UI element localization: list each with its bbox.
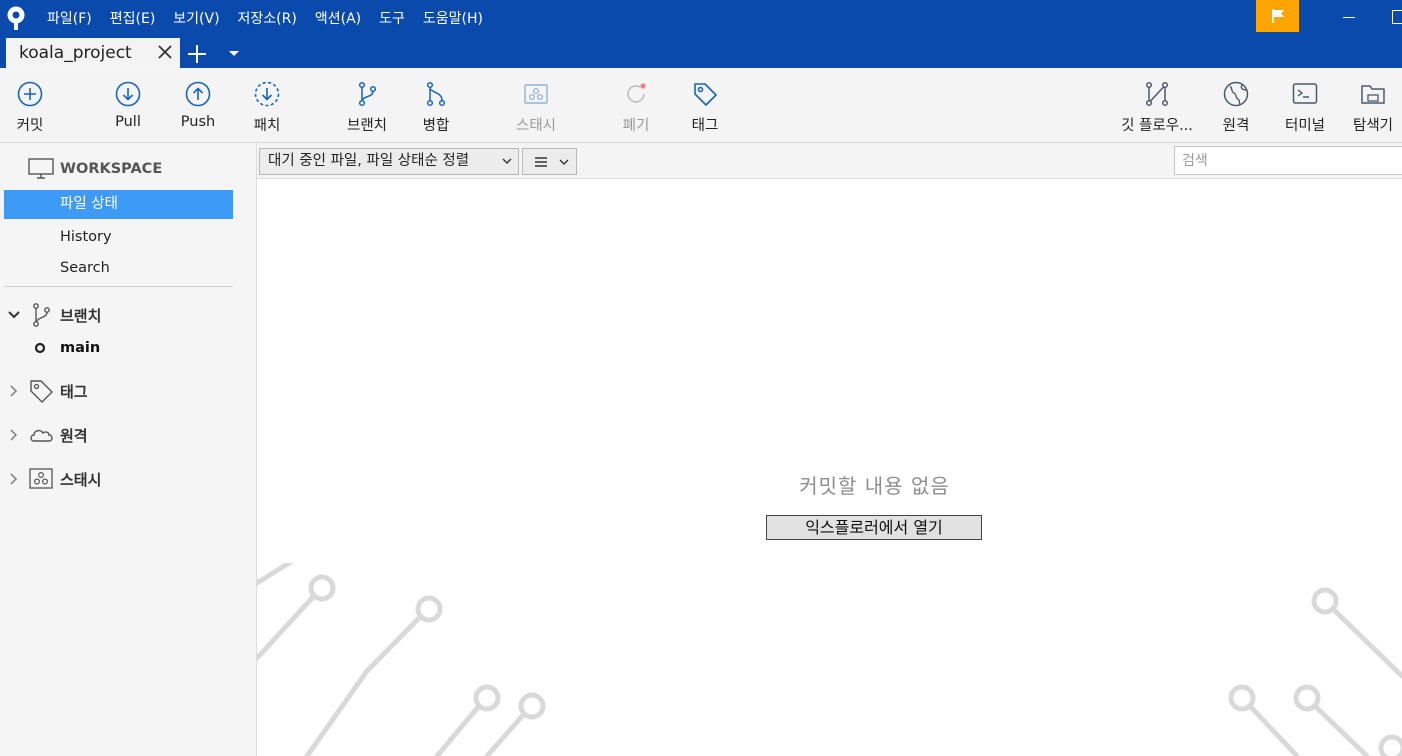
view-mode-dropdown[interactable] — [522, 148, 577, 175]
terminal-icon — [1292, 83, 1318, 104]
chevron-right-icon[interactable] — [6, 427, 22, 443]
search-input[interactable] — [1174, 146, 1402, 175]
branches-section[interactable]: 브랜치 — [6, 302, 101, 328]
workspace-header: WORKSPACE — [28, 158, 162, 180]
discard-button[interactable]: 폐기 — [614, 68, 658, 143]
flag-icon — [1271, 9, 1284, 23]
remote-label: 원격 — [1222, 118, 1250, 134]
circuit-decoration — [257, 563, 1402, 756]
menu-bar: 파일(F) 편집(E) 보기(V) 저장소(R) 액션(A) 도구 도움말(H) — [47, 0, 501, 36]
pull-label: Pull — [115, 114, 141, 130]
filter-bar: 대기 중인 파일, 파일 상태순 정렬 — [257, 143, 1402, 179]
terminal-button[interactable]: 터미널 — [1280, 68, 1330, 143]
terminal-label: 터미널 — [1284, 118, 1326, 134]
push-button[interactable]: Push — [176, 68, 220, 143]
explorer-label: 탐색기 — [1352, 118, 1394, 134]
tab-bar: koala_project — [0, 36, 1402, 68]
branch-button[interactable]: 브랜치 — [340, 68, 394, 143]
stash-icon — [29, 468, 53, 489]
menu-repository[interactable]: 저장소(R) — [238, 8, 297, 28]
list-icon — [535, 157, 547, 167]
branches-label: 브랜치 — [60, 306, 102, 325]
chevron-down-icon[interactable] — [228, 48, 240, 58]
tags-section[interactable]: 태그 — [6, 378, 88, 404]
remotes-section[interactable]: 원격 — [6, 422, 88, 448]
arrow-up-circle-icon — [185, 81, 211, 107]
remotes-label: 원격 — [60, 426, 88, 445]
monitor-icon — [28, 158, 54, 179]
cloud-icon — [30, 429, 53, 442]
stash-icon — [524, 84, 548, 104]
branch-label: 브랜치 — [346, 118, 388, 134]
sidebar-item-search[interactable]: Search — [4, 254, 233, 283]
globe-icon — [1223, 81, 1249, 107]
commit-button[interactable]: 커밋 — [8, 68, 52, 143]
sidebar-item-file-status[interactable]: 파일 상태 — [4, 190, 233, 219]
merge-label: 병합 — [422, 118, 450, 134]
menu-help[interactable]: 도움말(H) — [423, 8, 483, 28]
explorer-button[interactable]: 탐색기 — [1348, 68, 1398, 143]
push-label: Push — [180, 114, 216, 130]
plus-circle-icon — [17, 81, 43, 107]
menu-actions[interactable]: 액션(A) — [315, 8, 361, 28]
sidebar-item-history[interactable]: History — [4, 223, 233, 252]
toolbar: 커밋 Pull Push 패치 브랜치 병합 스태시 폐기 태그 깃 플로우..… — [0, 68, 1402, 143]
commit-label: 커밋 — [16, 118, 44, 134]
chevron-right-icon[interactable] — [6, 471, 22, 487]
menu-tools[interactable]: 도구 — [379, 8, 405, 28]
remote-button[interactable]: 원격 — [1214, 68, 1258, 143]
notification-flag-button[interactable] — [1256, 0, 1299, 32]
stash-label: 스태시 — [60, 470, 102, 489]
stash-button[interactable]: 스태시 — [508, 68, 564, 143]
empty-state-message: 커밋할 내용 없음 — [799, 474, 950, 498]
open-explorer-button[interactable]: 익스플로러에서 열기 — [766, 515, 982, 540]
sourcetree-logo-icon[interactable] — [4, 5, 28, 31]
tag-icon — [30, 380, 53, 403]
merge-button[interactable]: 병합 — [414, 68, 458, 143]
branch-item-main[interactable]: main — [34, 340, 100, 356]
merge-icon — [426, 81, 446, 107]
sidebar: WORKSPACE 파일 상태 History Search 브랜치 main … — [0, 143, 257, 756]
branch-icon — [33, 303, 50, 327]
tag-label: 태그 — [691, 118, 719, 134]
menu-file[interactable]: 파일(F) — [47, 8, 92, 28]
tags-label: 태그 — [60, 382, 88, 401]
add-tab-icon[interactable] — [187, 44, 207, 64]
sidebar-divider — [4, 286, 233, 287]
branch-icon — [358, 81, 377, 107]
current-branch-icon — [34, 342, 46, 354]
gitflow-button[interactable]: 깃 플로우... — [1116, 68, 1198, 143]
menu-edit[interactable]: 편집(E) — [110, 8, 156, 28]
patch-button[interactable]: 패치 — [245, 68, 289, 143]
branch-name: main — [60, 340, 101, 356]
close-icon[interactable] — [156, 43, 174, 61]
repo-tab[interactable]: koala_project — [6, 38, 180, 68]
discard-label: 폐기 — [622, 118, 650, 134]
file-filter-value: 대기 중인 파일, 파일 상태순 정렬 — [268, 153, 470, 169]
chevron-down-icon — [559, 159, 569, 165]
tag-button[interactable]: 태그 — [683, 68, 727, 143]
minimize-button[interactable] — [1330, 0, 1360, 36]
main-panel: 대기 중인 파일, 파일 상태순 정렬 커밋할 내용 없음 익스플로러에서 열기 — [257, 143, 1402, 756]
gitflow-icon — [1145, 81, 1169, 107]
title-bar: 파일(F) 편집(E) 보기(V) 저장소(R) 액션(A) 도구 도움말(H) — [0, 0, 1402, 36]
patch-icon — [254, 81, 280, 107]
pull-button[interactable]: Pull — [106, 68, 150, 143]
patch-label: 패치 — [253, 118, 281, 134]
stash-label: 스태시 — [515, 118, 557, 134]
folder-icon — [1361, 85, 1385, 104]
tag-icon — [694, 83, 717, 106]
chevron-down-icon — [502, 158, 512, 164]
arrow-down-circle-icon — [115, 81, 141, 107]
discard-icon — [627, 83, 646, 103]
repo-tab-label: koala_project — [19, 43, 132, 63]
chevron-right-icon[interactable] — [6, 383, 22, 399]
maximize-button[interactable] — [1392, 10, 1402, 24]
stash-section[interactable]: 스태시 — [6, 466, 101, 492]
workspace-label: WORKSPACE — [60, 161, 163, 177]
file-filter-dropdown[interactable]: 대기 중인 파일, 파일 상태순 정렬 — [259, 148, 519, 175]
chevron-down-icon[interactable] — [6, 307, 22, 323]
gitflow-label: 깃 플로우... — [1121, 118, 1193, 134]
menu-view[interactable]: 보기(V) — [173, 8, 219, 28]
